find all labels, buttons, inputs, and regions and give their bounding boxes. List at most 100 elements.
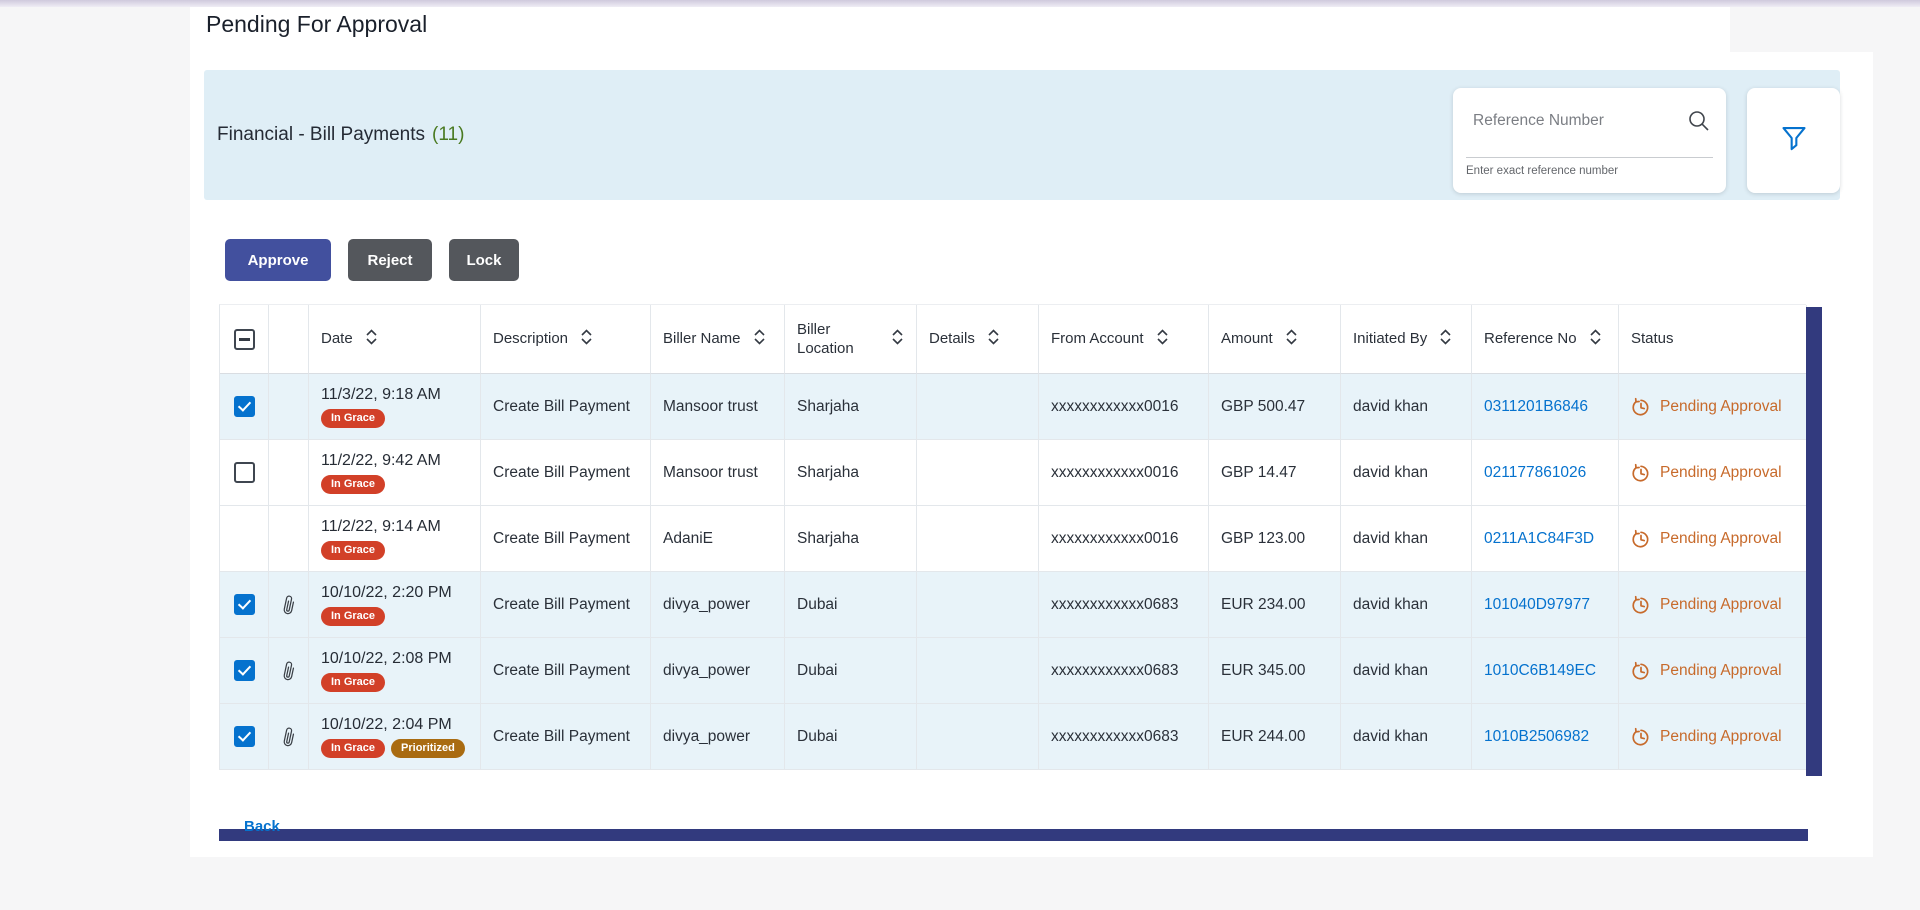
approve-button[interactable]: Approve <box>225 239 331 281</box>
sort-icon[interactable] <box>987 329 1000 350</box>
reject-button[interactable]: Reject <box>348 239 432 281</box>
row-date: 11/2/22, 9:42 AM <box>321 452 441 470</box>
row-description: Create Bill Payment <box>481 506 651 572</box>
panel-header: Financial - Bill Payments (11) Enter exa… <box>204 70 1840 200</box>
row-from-account: xxxxxxxxxxxx0683 <box>1039 572 1209 638</box>
row-amount: EUR 234.00 <box>1209 572 1341 638</box>
row-biller-location: Sharjaha <box>785 440 917 506</box>
row-initiated-by: david khan <box>1341 638 1472 704</box>
badge-list: In Grace <box>321 475 385 494</box>
row-checkbox[interactable] <box>234 594 255 615</box>
row-status: Pending Approval <box>1660 530 1782 548</box>
panel-title-group: Financial - Bill Payments (11) <box>217 70 464 200</box>
row-amount: GBP 500.47 <box>1209 374 1341 440</box>
status-badge: Prioritized <box>391 739 465 758</box>
attachment-icon <box>277 659 301 683</box>
sort-icon[interactable] <box>580 329 593 350</box>
status-badge: In Grace <box>321 607 385 626</box>
row-description: Create Bill Payment <box>481 638 651 704</box>
table-row[interactable]: 11/2/22, 9:14 AM In Grace Create Bill Pa… <box>219 506 1806 572</box>
content-card: Financial - Bill Payments (11) Enter exa… <box>190 52 1873 857</box>
reference-link[interactable]: 1010C6B149EC <box>1484 662 1596 680</box>
select-all-checkbox[interactable] <box>234 329 255 350</box>
column-header-initiated-by[interactable]: Initiated By <box>1341 305 1472 374</box>
reference-link[interactable]: 0211A1C84F3D <box>1484 530 1594 548</box>
reference-link[interactable]: 1010B2506982 <box>1484 728 1589 746</box>
row-from-account: xxxxxxxxxxxx0016 <box>1039 374 1209 440</box>
row-biller-location: Dubai <box>785 638 917 704</box>
badge-list: In Grace <box>321 673 385 692</box>
row-status: Pending Approval <box>1660 662 1782 680</box>
sort-icon[interactable] <box>365 329 378 350</box>
row-details <box>917 704 1039 770</box>
table-row[interactable]: 10/10/22, 2:08 PM In Grace Create Bill P… <box>219 638 1806 704</box>
row-details <box>917 638 1039 704</box>
search-hint: Enter exact reference number <box>1466 165 1618 177</box>
action-buttons: Approve Reject Lock <box>225 239 519 281</box>
sort-icon[interactable] <box>1439 329 1452 350</box>
search-icon[interactable] <box>1687 109 1711 138</box>
row-from-account: xxxxxxxxxxxx0016 <box>1039 506 1209 572</box>
row-amount: EUR 244.00 <box>1209 704 1341 770</box>
column-header-date[interactable]: Date <box>309 305 481 374</box>
column-header-reference-no[interactable]: Reference No <box>1472 305 1619 374</box>
table-row[interactable]: 11/3/22, 9:18 AM In Grace Create Bill Pa… <box>219 374 1806 440</box>
table-body: 11/3/22, 9:18 AM In Grace Create Bill Pa… <box>219 374 1822 770</box>
column-header-attachment <box>269 305 309 374</box>
row-from-account: xxxxxxxxxxxx0683 <box>1039 704 1209 770</box>
table-header: Date Description Biller Name Biller Loca… <box>219 304 1806 374</box>
row-biller-name: divya_power <box>651 572 785 638</box>
pending-clock-icon <box>1631 727 1651 747</box>
row-checkbox[interactable] <box>234 660 255 681</box>
pending-clock-icon <box>1631 595 1651 615</box>
row-date: 11/2/22, 9:14 AM <box>321 518 441 536</box>
approvals-table: Date Description Biller Name Biller Loca… <box>219 304 1822 770</box>
sort-icon[interactable] <box>1589 329 1602 350</box>
reference-link[interactable]: 101040D97977 <box>1484 596 1590 614</box>
row-from-account: xxxxxxxxxxxx0016 <box>1039 440 1209 506</box>
row-amount: GBP 123.00 <box>1209 506 1341 572</box>
row-date: 11/3/22, 9:18 AM <box>321 386 441 404</box>
table-row[interactable]: 10/10/22, 2:20 PM In Grace Create Bill P… <box>219 572 1806 638</box>
table-row[interactable]: 11/2/22, 9:42 AM In Grace Create Bill Pa… <box>219 440 1806 506</box>
table-row[interactable]: 10/10/22, 2:04 PM In GracePrioritized Cr… <box>219 704 1806 770</box>
column-header-from-account[interactable]: From Account <box>1039 305 1209 374</box>
row-initiated-by: david khan <box>1341 374 1472 440</box>
row-biller-location: Dubai <box>785 572 917 638</box>
row-biller-name: AdaniE <box>651 506 785 572</box>
reference-link[interactable]: 021177861026 <box>1484 464 1586 482</box>
row-biller-name: divya_power <box>651 704 785 770</box>
reference-link[interactable]: 0311201B6846 <box>1484 398 1588 416</box>
sort-icon[interactable] <box>891 329 904 350</box>
row-checkbox[interactable] <box>234 726 255 747</box>
row-checkbox[interactable] <box>234 396 255 417</box>
horizontal-scrollbar[interactable] <box>219 829 1808 841</box>
sort-icon[interactable] <box>1156 329 1169 350</box>
pending-clock-icon <box>1631 463 1651 483</box>
filter-icon <box>1780 124 1808 157</box>
pending-clock-icon <box>1631 661 1651 681</box>
row-initiated-by: david khan <box>1341 506 1472 572</box>
lock-button[interactable]: Lock <box>449 239 519 281</box>
column-header-description[interactable]: Description <box>481 305 651 374</box>
column-header-details[interactable]: Details <box>917 305 1039 374</box>
reference-number-input[interactable] <box>1473 112 1663 130</box>
column-header-amount[interactable]: Amount <box>1209 305 1341 374</box>
sort-icon[interactable] <box>753 329 766 350</box>
column-header-biller-name[interactable]: Biller Name <box>651 305 785 374</box>
row-date: 10/10/22, 2:04 PM <box>321 716 452 734</box>
column-header-biller-location[interactable]: Biller Location <box>785 305 917 374</box>
row-checkbox[interactable] <box>234 462 255 483</box>
row-biller-name: Mansoor trust <box>651 374 785 440</box>
page-title: Pending For Approval <box>206 11 427 38</box>
badge-list: In GracePrioritized <box>321 739 465 758</box>
filter-button[interactable] <box>1747 88 1840 193</box>
row-biller-location: Sharjaha <box>785 374 917 440</box>
sort-icon[interactable] <box>1285 329 1298 350</box>
reference-search-card: Enter exact reference number <box>1453 88 1726 193</box>
back-link[interactable]: Back <box>244 818 280 835</box>
window-top-strip <box>0 0 1920 7</box>
vertical-scrollbar[interactable] <box>1806 307 1822 776</box>
status-badge: In Grace <box>321 475 385 494</box>
badge-list: In Grace <box>321 409 385 428</box>
